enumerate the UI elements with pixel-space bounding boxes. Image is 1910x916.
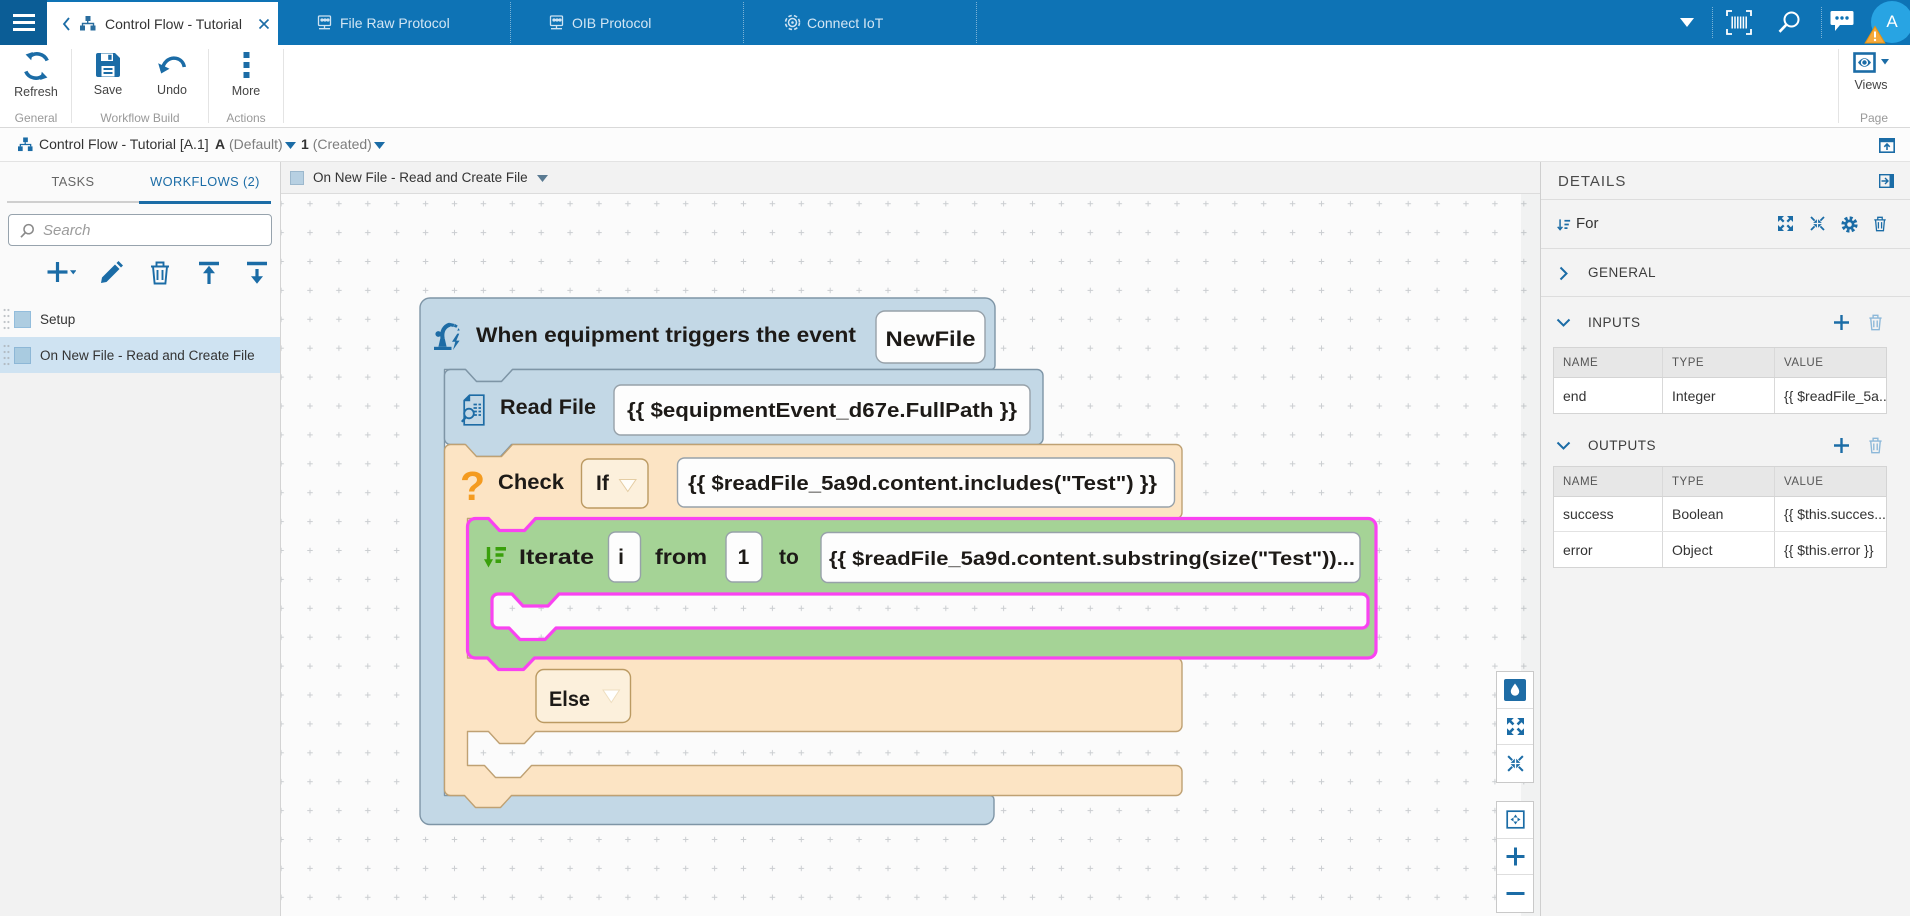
svg-text:from: from	[655, 546, 707, 569]
svg-text:When equipment triggers the ev: When equipment triggers the event	[476, 324, 856, 347]
svg-text:to: to	[779, 546, 799, 569]
svg-text:Check: Check	[498, 471, 564, 494]
svg-text:Iterate: Iterate	[519, 546, 594, 569]
svg-text:{{ $equipmentEvent_d67e.FullPa: {{ $equipmentEvent_d67e.FullPath }}	[627, 399, 1017, 422]
svg-text:i: i	[618, 546, 624, 569]
svg-text:{{ $readFile_5a9d.content.subs: {{ $readFile_5a9d.content.substring(size…	[829, 548, 1355, 570]
svg-text:?: ?	[460, 463, 485, 509]
svg-text:Read File: Read File	[500, 396, 596, 419]
svg-text:1: 1	[738, 546, 750, 569]
svg-text:Else: Else	[549, 688, 590, 711]
svg-text:{{ $readFile_5a9d.content.incl: {{ $readFile_5a9d.content.includes("Test…	[688, 473, 1157, 495]
svg-text:If: If	[596, 472, 610, 495]
svg-text:NewFile: NewFile	[886, 328, 976, 351]
